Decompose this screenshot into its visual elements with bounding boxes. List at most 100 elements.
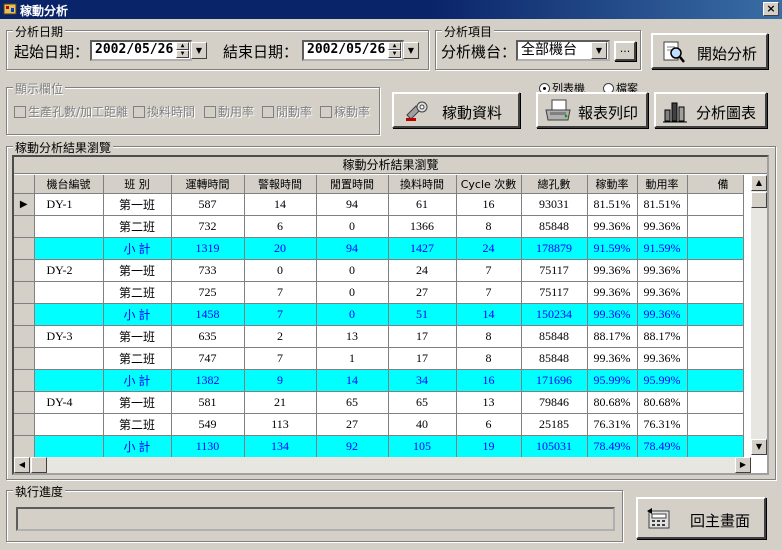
table-cell[interactable]: 6 xyxy=(456,413,522,436)
table-cell[interactable]: 8 xyxy=(456,347,522,370)
table-cell[interactable]: 61 xyxy=(388,193,457,216)
table-cell[interactable]: 0 xyxy=(316,303,389,326)
table-cell[interactable]: 78.49% xyxy=(637,435,688,458)
column-header[interactable]: 機台編號 xyxy=(34,175,104,194)
table-cell[interactable] xyxy=(687,391,744,414)
back-to-main-button[interactable]: 回主畫面 xyxy=(636,497,766,539)
table-cell[interactable]: 88.17% xyxy=(587,325,638,348)
table-cell[interactable]: 34 xyxy=(388,369,457,392)
table-cell[interactable]: 81.51% xyxy=(587,193,638,216)
table-cell[interactable] xyxy=(34,413,104,436)
table-cell[interactable] xyxy=(687,259,744,282)
table-cell[interactable]: 94 xyxy=(316,237,389,260)
table-cell[interactable]: 95.99% xyxy=(587,369,638,392)
table-cell[interactable]: 8 xyxy=(456,215,522,238)
table-cell[interactable]: 24 xyxy=(388,259,457,282)
subtotal-row[interactable]: 小 計 1458 7 0 51 14 150234 99.36% 99.36% xyxy=(14,303,744,326)
table-cell[interactable]: 178879 xyxy=(521,237,588,260)
table-cell[interactable]: 小 計 xyxy=(103,303,172,326)
table-cell[interactable] xyxy=(687,347,744,370)
table-row[interactable]: DY-2 第一班 733 0 0 24 7 75117 99.36% 99.36% xyxy=(14,259,744,282)
checkbox-box[interactable] xyxy=(262,106,274,118)
table-cell[interactable]: 75117 xyxy=(521,259,588,282)
table-cell[interactable]: 19 xyxy=(456,435,522,458)
table-cell[interactable]: 733 xyxy=(171,259,245,282)
table-cell[interactable]: 80.68% xyxy=(587,391,638,414)
end-date-dropdown[interactable]: ▼ xyxy=(403,42,419,59)
table-cell[interactable]: 105 xyxy=(388,435,457,458)
table-cell[interactable]: 79846 xyxy=(521,391,588,414)
table-cell[interactable]: 第二班 xyxy=(103,215,172,238)
spin-up-icon[interactable]: ▲ xyxy=(176,42,189,50)
row-selector[interactable] xyxy=(14,435,35,458)
scroll-right-icon[interactable]: ▶ xyxy=(735,457,751,473)
table-cell[interactable]: 725 xyxy=(171,281,245,304)
table-cell[interactable]: 7 xyxy=(244,303,317,326)
table-cell[interactable]: 81.51% xyxy=(637,193,688,216)
table-cell[interactable]: 13 xyxy=(456,391,522,414)
table-cell[interactable]: 95.99% xyxy=(637,369,688,392)
table-cell[interactable]: 0 xyxy=(316,259,389,282)
table-cell[interactable]: 第一班 xyxy=(103,259,172,282)
table-cell[interactable] xyxy=(687,281,744,304)
vertical-scrollbar[interactable]: ▲ ▼ xyxy=(751,175,767,455)
horizontal-scrollbar[interactable]: ◀ ▶ xyxy=(14,457,751,473)
row-selector[interactable] xyxy=(14,215,35,238)
table-cell[interactable]: 78.49% xyxy=(587,435,638,458)
row-selector[interactable] xyxy=(14,281,35,304)
table-cell[interactable]: 17 xyxy=(388,325,457,348)
table-cell[interactable] xyxy=(34,435,104,458)
table-cell[interactable]: 732 xyxy=(171,215,245,238)
checkbox-idle-rate[interactable]: 閒動率 xyxy=(262,103,312,120)
table-row[interactable]: 第二班 549 113 27 40 6 25185 76.31% 76.31% xyxy=(14,413,744,436)
table-cell[interactable]: 91.59% xyxy=(637,237,688,260)
table-cell[interactable]: 1382 xyxy=(171,369,245,392)
table-cell[interactable]: 24 xyxy=(456,237,522,260)
table-cell[interactable]: 581 xyxy=(171,391,245,414)
browse-machine-button[interactable]: ... xyxy=(614,41,636,61)
table-cell[interactable]: 99.36% xyxy=(587,347,638,370)
table-cell[interactable]: 99.36% xyxy=(587,303,638,326)
table-cell[interactable]: 1 xyxy=(316,347,389,370)
table-cell[interactable]: 1130 xyxy=(171,435,245,458)
result-grid[interactable]: 稼動分析結果瀏覽 機台編號 班 別 運轉時間 警報時間 閒置時間 換料時間 Cy… xyxy=(12,155,769,475)
table-cell[interactable]: 0 xyxy=(316,281,389,304)
table-cell[interactable]: 27 xyxy=(388,281,457,304)
checkbox-change-time[interactable]: 換料時間 xyxy=(133,103,195,120)
table-cell[interactable]: 16 xyxy=(456,369,522,392)
table-cell[interactable]: 第二班 xyxy=(103,347,172,370)
checkbox-operation-rate[interactable]: 稼動率 xyxy=(320,103,370,120)
table-cell[interactable]: 第一班 xyxy=(103,391,172,414)
checkbox-usage-rate[interactable]: 動用率 xyxy=(204,103,254,120)
start-analysis-button[interactable]: 開始分析 xyxy=(651,33,768,69)
table-cell[interactable]: 94 xyxy=(316,193,389,216)
table-cell[interactable]: 14 xyxy=(456,303,522,326)
table-cell[interactable] xyxy=(34,369,104,392)
table-cell[interactable]: DY-2 xyxy=(34,259,104,282)
table-cell[interactable]: 99.36% xyxy=(587,215,638,238)
table-cell[interactable]: 134 xyxy=(244,435,317,458)
table-cell[interactable]: 6 xyxy=(244,215,317,238)
table-cell[interactable]: 99.36% xyxy=(637,215,688,238)
checkbox-box[interactable] xyxy=(204,106,216,118)
table-cell[interactable]: DY-4 xyxy=(34,391,104,414)
row-selector[interactable] xyxy=(14,325,35,348)
spin-up-icon[interactable]: ▲ xyxy=(388,42,401,50)
table-cell[interactable]: 99.36% xyxy=(637,259,688,282)
table-cell[interactable]: 99.36% xyxy=(587,259,638,282)
table-cell[interactable]: 105031 xyxy=(521,435,588,458)
scroll-left-icon[interactable]: ◀ xyxy=(14,457,30,473)
checkbox-box[interactable] xyxy=(133,106,145,118)
row-selector[interactable] xyxy=(14,237,35,260)
table-cell[interactable] xyxy=(34,303,104,326)
table-cell[interactable]: 93031 xyxy=(521,193,588,216)
table-cell[interactable] xyxy=(34,237,104,260)
column-header[interactable]: 稼動率 xyxy=(587,175,638,194)
spin-down-icon[interactable]: ▼ xyxy=(388,50,401,58)
scroll-thumb-horizontal[interactable] xyxy=(31,457,47,473)
table-cell[interactable] xyxy=(34,347,104,370)
column-header[interactable]: 總孔數 xyxy=(521,175,588,194)
table-cell[interactable]: 小 計 xyxy=(103,369,172,392)
table-cell[interactable]: 549 xyxy=(171,413,245,436)
table-cell[interactable]: 第二班 xyxy=(103,413,172,436)
